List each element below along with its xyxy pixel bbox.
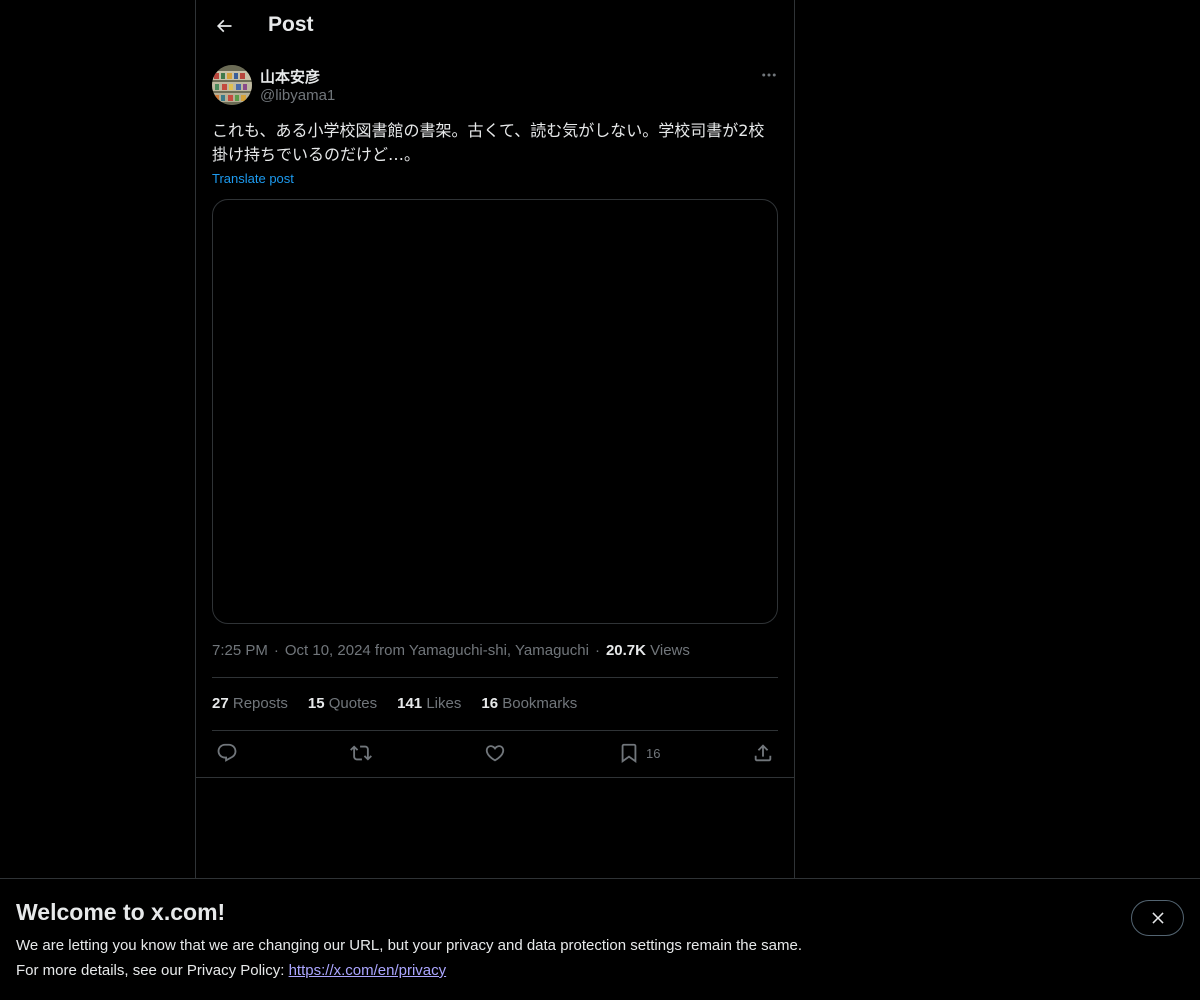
share-icon — [754, 744, 772, 762]
quotes-label: Quotes — [328, 695, 378, 712]
likes-label: Likes — [426, 695, 462, 712]
post-media[interactable] — [212, 199, 778, 624]
display-name[interactable]: 山本安彦 — [260, 66, 320, 87]
post-text: これも、ある小学校図書館の書架。古くて、読む気がしない。学校司書が2校掛け持ちで… — [212, 121, 765, 164]
bookmarks-label: Bookmarks — [502, 695, 578, 712]
share-button[interactable] — [752, 742, 774, 764]
reposts-count: 27 — [212, 695, 229, 712]
likes-count: 141 — [397, 695, 423, 712]
reposts-stat[interactable]: 27 Reposts — [212, 695, 288, 712]
views-count: 20.7K — [605, 642, 646, 659]
post-time[interactable]: 7:25 PM — [212, 642, 268, 659]
page-title: Post — [268, 13, 314, 36]
more-options-button[interactable] — [756, 64, 782, 86]
action-bar: 16 — [196, 732, 794, 778]
divider — [212, 730, 778, 731]
bookmark-icon — [621, 743, 637, 764]
post-date-location[interactable]: Oct 10, 2024 from Yamaguchi-shi, Yamaguc… — [285, 642, 589, 659]
avatar[interactable] — [212, 65, 252, 105]
reply-icon — [217, 743, 237, 762]
reply-button[interactable] — [216, 742, 238, 764]
user-handle[interactable]: @libyama1 — [260, 87, 335, 104]
repost-icon — [350, 745, 372, 761]
repost-button[interactable] — [350, 742, 372, 764]
post-metadata: 7:25 PM · Oct 10, 2024 from Yamaguchi-shi,… — [212, 642, 690, 659]
heart-icon — [485, 745, 505, 762]
close-banner-button[interactable] — [1131, 900, 1184, 936]
bookmark-button[interactable]: 16 — [618, 742, 660, 764]
bookmark-count: 16 — [646, 745, 661, 761]
welcome-banner: Welcome to x.com! We are letting you kno… — [0, 878, 1200, 1000]
separator-dot: · — [273, 642, 279, 659]
banner-title: Welcome to x.com! — [16, 899, 226, 925]
close-icon — [1151, 912, 1164, 924]
views-label: Views — [650, 642, 690, 659]
bookmarks-count: 16 — [481, 695, 499, 712]
privacy-policy-link[interactable]: https://x.com/en/privacy — [289, 962, 447, 979]
engagement-stats: 27 Reposts 15 Quotes 141 Likes 16 Bookma… — [212, 695, 577, 712]
quotes-count: 15 — [307, 695, 325, 712]
back-button[interactable] — [206, 8, 242, 44]
banner-message: We are letting you know that we are chan… — [16, 937, 802, 954]
post-column: Post 山本安彦 @libyama1 これも、ある小学校図書館の書架。古くて、… — [195, 0, 795, 878]
header: Post — [196, 0, 794, 54]
bookmarks-stat[interactable]: 16 Bookmarks — [481, 695, 577, 712]
like-button[interactable] — [484, 742, 506, 764]
translate-post-link[interactable]: Translate post — [212, 171, 294, 186]
reposts-label: Reposts — [232, 695, 288, 712]
banner-privacy-prefix: For more details, see our Privacy Policy… — [16, 962, 289, 979]
more-dots-icon — [762, 73, 776, 77]
likes-stat[interactable]: 141 Likes — [397, 695, 461, 712]
divider — [212, 677, 778, 678]
banner-privacy-line: For more details, see our Privacy Policy… — [16, 962, 446, 979]
quotes-stat[interactable]: 15 Quotes — [308, 695, 377, 712]
separator-dot: · — [594, 642, 600, 659]
arrow-left-icon — [216, 19, 232, 33]
avatar-image-icon — [212, 65, 252, 105]
